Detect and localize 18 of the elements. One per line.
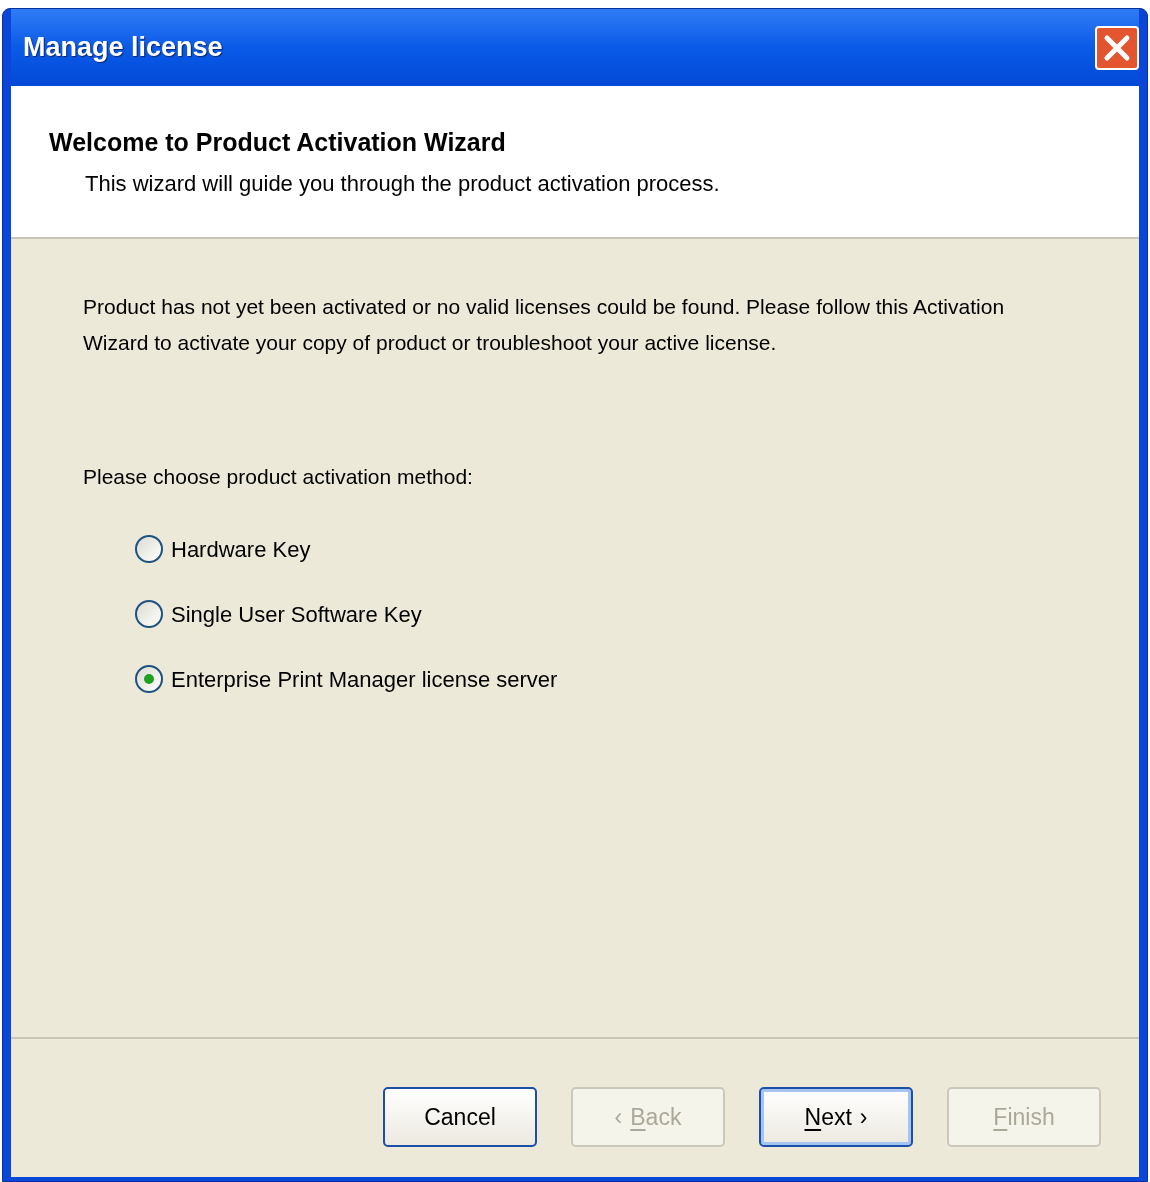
option-label: Enterprise Print Manager license server bbox=[171, 665, 558, 694]
radio-option[interactable]: Hardware Key bbox=[135, 532, 1139, 566]
close-icon bbox=[1103, 33, 1131, 62]
method-prompt: Please choose product activation method: bbox=[83, 464, 474, 490]
option-label: Hardware Key bbox=[171, 535, 311, 564]
wizard-button[interactable]: Next › bbox=[759, 1087, 913, 1147]
close-button[interactable] bbox=[1095, 25, 1139, 70]
option-label: Single User Software Key bbox=[171, 600, 422, 629]
radio-option[interactable]: Single User Software Key bbox=[135, 597, 1139, 631]
radio-button[interactable] bbox=[135, 600, 163, 628]
radio-button[interactable] bbox=[135, 535, 163, 563]
radio-option[interactable]: Enterprise Print Manager license server bbox=[135, 662, 1139, 696]
wizard-title: Welcome to Product Activation Wizard bbox=[49, 130, 507, 155]
wizard-subtitle: This wizard will guide you through the product activation process. bbox=[85, 173, 721, 195]
window-title: Manage license bbox=[23, 31, 223, 65]
status-message: Product has not yet been activated or no valid licenses could be found. Please follow this Activation Wizard to activate your copy of product or troubleshoot your active license. bbox=[83, 294, 1006, 356]
radio-button[interactable] bbox=[135, 665, 163, 693]
wizard-button[interactable]: Cancel bbox=[383, 1087, 537, 1147]
